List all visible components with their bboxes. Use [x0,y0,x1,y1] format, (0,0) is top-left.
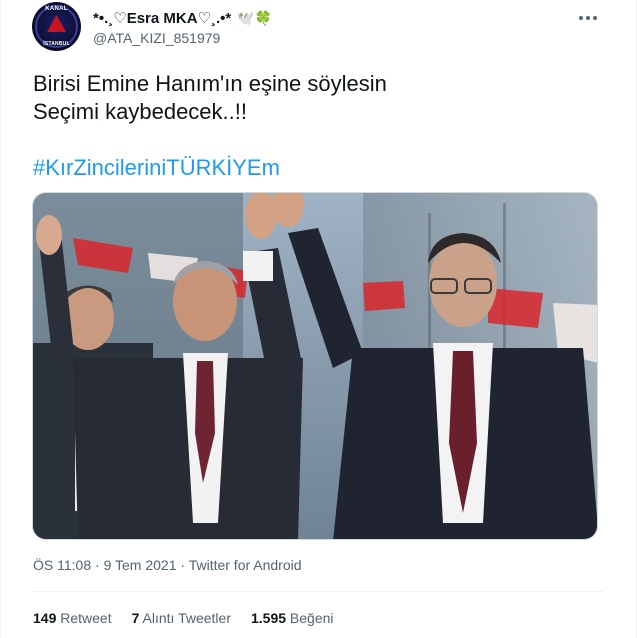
tweet: KANAL İSTANBUL *•.¸♡Esra MKA♡¸.•* 🕊️🍀 @A… [0,0,637,638]
more-options-icon[interactable] [573,6,603,30]
meta-separator: · [95,557,104,573]
author-name-row: *•.¸♡Esra MKA♡¸.•* 🕊️🍀 [93,9,273,28]
quotes-label: Alıntı Tweetler [142,610,231,626]
tweet-date[interactable]: 9 Tem 2021 [104,557,177,573]
avatar-text-top: KANAL [45,6,68,12]
name-emojis: 🕊️🍀 [237,9,273,26]
tweet-meta: ÖS 11:08 · 9 Tem 2021 · Twitter for Andr… [33,557,302,573]
hashtag-link[interactable]: #KırZincileriniTÜRKİYEm [33,154,280,182]
likes-stat[interactable]: 1.595 Beğeni [251,610,334,626]
tweet-text-line-1: Birisi Emine Hanım'ın eşine söylesin [33,71,387,96]
retweets-count: 149 [33,610,57,626]
tweet-time[interactable]: ÖS 11:08 [33,557,91,573]
tweet-source[interactable]: Twitter for Android [189,557,302,573]
meta-separator: · [180,557,189,573]
retweets-stat[interactable]: 149 Retweet [33,610,112,626]
likes-count: 1.595 [250,610,287,626]
tweet-stats: 149 Retweet 7 Alıntı Tweetler 1.595 Beğe… [33,610,334,626]
tweet-text-line-2: Seçimi kaybedecek..!! [33,99,247,124]
tweet-photo[interactable] [32,192,598,540]
avatar-text-bottom: İSTANBUL [43,41,70,47]
likes-label: Beğeni [289,610,334,626]
divider [33,591,604,592]
user-handle[interactable]: @ATA_KIZI_851979 [93,30,220,46]
quotes-stat[interactable]: 7 Alıntı Tweetler [132,610,231,626]
more-dot [579,16,583,20]
quotes-count: 7 [131,610,140,626]
avatar[interactable]: KANAL İSTANBUL [32,2,81,51]
display-name[interactable]: *•.¸♡Esra MKA♡¸.•* [93,9,231,27]
retweets-label: Retweet [60,610,112,626]
more-dot [586,16,590,20]
more-dot [593,16,597,20]
